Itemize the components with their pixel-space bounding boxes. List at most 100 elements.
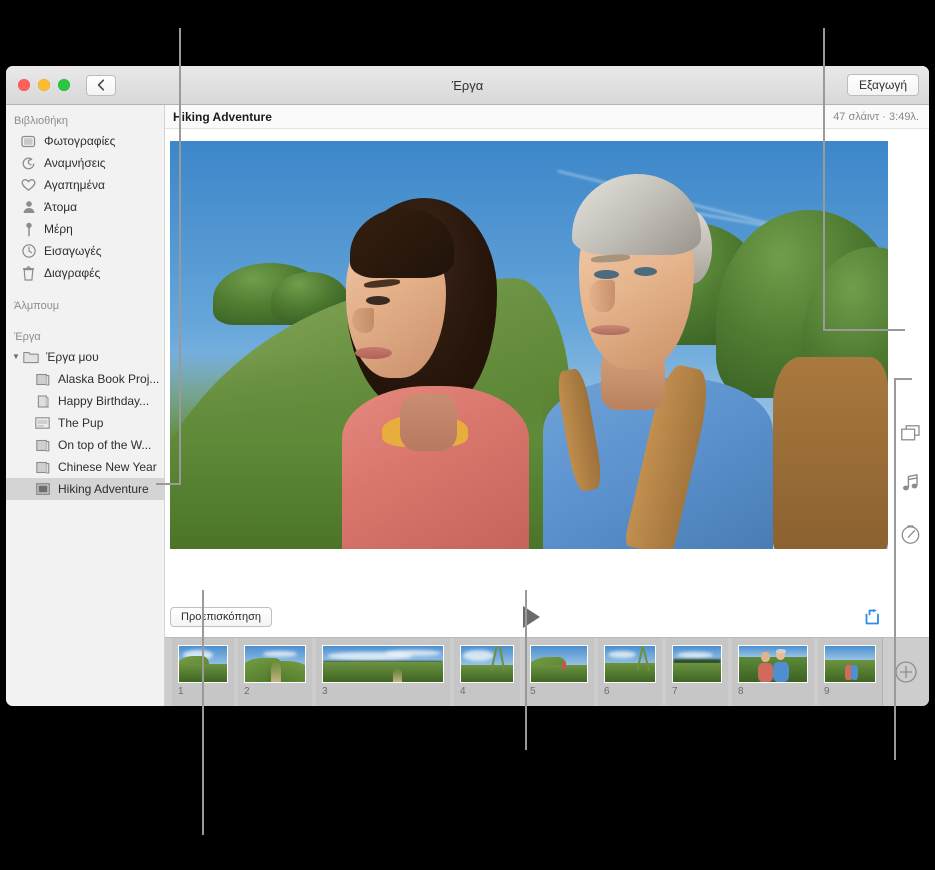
window-title: Έργα [451, 77, 484, 93]
sidebar-project-hiking-adventure[interactable]: Hiking Adventure [6, 478, 164, 500]
list-item[interactable]: 4 [454, 638, 520, 706]
man-figure [851, 664, 858, 680]
sidebar-item-deleted[interactable]: Διαγραφές [6, 262, 164, 284]
disclosure-triangle-icon[interactable]: ▼ [12, 353, 22, 361]
slide-number: 3 [322, 686, 328, 697]
sidebar-project-on-top-of-world[interactable]: On top of the W... [6, 434, 164, 456]
sidebar-item-label: Φωτογραφίες [44, 134, 116, 148]
photo-row [165, 129, 929, 597]
card-icon [34, 393, 51, 409]
playback-toolbar: Προεπισκόπηση [165, 597, 929, 637]
slide-count-duration: 47 σλάιντ · 3:49λ. [833, 110, 919, 123]
clock-icon [20, 243, 37, 259]
woman-figure [758, 663, 773, 682]
callout-to-preview-button-line [202, 590, 204, 835]
sidebar-item-label: Άτομα [44, 200, 78, 214]
slide-thumbnail[interactable] [672, 645, 722, 683]
slide-number: 5 [530, 686, 536, 697]
rail-music-icon[interactable] [902, 474, 919, 497]
list-item[interactable]: 6 [598, 638, 662, 706]
traffic-lights [18, 79, 70, 91]
window-titlebar: Έργα Εξαγωγή [6, 66, 929, 105]
man-hair [775, 648, 786, 654]
share-button[interactable] [865, 609, 883, 625]
slide-number: 6 [604, 686, 610, 697]
slide-thumbnail[interactable] [604, 645, 656, 683]
filmstrip[interactable]: 1 2 3 4 5 6 7 8 9 [165, 637, 929, 706]
list-item[interactable]: 5 [524, 638, 594, 706]
list-item[interactable]: 2 [238, 638, 312, 706]
sidebar-item-label: Έργα μου [46, 350, 99, 364]
sidebar-project-the-pup[interactable]: The Pup [6, 412, 164, 434]
callout-to-play-button-line [525, 590, 527, 750]
sidebar-project-label: The Pup [58, 416, 104, 430]
sidebar-project-label: Chinese New Year [58, 460, 157, 474]
close-button[interactable] [18, 79, 30, 91]
sidebar-section-projects-header: Έργα [14, 331, 41, 343]
preview-button[interactable]: Προεπισκόπηση [170, 607, 272, 627]
sidebar-item-places[interactable]: Μέρη [6, 218, 164, 240]
slide-thumbnail[interactable] [244, 645, 306, 683]
callout-to-themes-icon-horizontal [823, 329, 905, 331]
trail-path [271, 661, 281, 682]
memories-clock-icon [20, 155, 37, 171]
slide-thumbnail[interactable] [460, 645, 514, 683]
slide-thumbnail[interactable] [322, 645, 444, 683]
cloud [263, 651, 297, 657]
callout-to-filmstrip-line [894, 666, 896, 760]
slide-preview-image[interactable] [170, 141, 888, 549]
photos-app-window: Έργα Εξαγωγή Βιβλιοθήκη Φωτογραφίες Αναμ… [6, 66, 929, 706]
add-slide-button[interactable] [882, 638, 929, 706]
slide-thumbnail[interactable] [824, 645, 876, 683]
music-note-icon [902, 474, 918, 491]
export-button[interactable]: Εξαγωγή [846, 74, 919, 96]
sidebar-item-label: Διαγραφές [44, 266, 101, 280]
sidebar-item-photos[interactable]: Φωτογραφίες [6, 130, 164, 152]
sidebar-project-alaska-book[interactable]: Alaska Book Proj... [6, 368, 164, 390]
slideshow-icon [34, 481, 51, 497]
sidebar-item-memories[interactable]: Αναμνήσεις [6, 152, 164, 174]
sidebar[interactable]: Βιβλιοθήκη Φωτογραφίες Αναμνήσεις Αγαπημ… [6, 105, 165, 706]
slide-thumbnail[interactable] [738, 645, 808, 683]
sidebar-project-label: Happy Birthday... [58, 394, 150, 408]
photo-scene [170, 141, 888, 549]
list-item[interactable]: 3 [316, 638, 450, 706]
woman-neck [399, 393, 458, 452]
filmstrip-scroll[interactable]: 1 2 3 4 5 6 7 8 9 [165, 638, 882, 706]
list-item[interactable]: 9 [818, 638, 882, 706]
man-mouth [590, 324, 630, 336]
grass [461, 664, 513, 682]
woman-nose [352, 308, 374, 333]
grass [673, 662, 721, 682]
page-title: Hiking Adventure [173, 109, 272, 124]
rail-themes-icon[interactable] [900, 425, 920, 446]
backpack [773, 357, 888, 549]
sidebar-project-label: Hiking Adventure [58, 482, 149, 496]
grass [531, 665, 587, 682]
sidebar-project-chinese-new-year[interactable]: Chinese New Year [6, 456, 164, 478]
rail-duration-icon[interactable] [901, 525, 920, 549]
sidebar-item-label: Αγαπημένα [44, 178, 105, 192]
sidebar-project-label: Alaska Book Proj... [58, 372, 160, 386]
content-header: Hiking Adventure 47 σλάιντ · 3:49λ. [165, 105, 929, 129]
sidebar-item-label: Αναμνήσεις [44, 156, 106, 170]
sidebar-item-my-projects[interactable]: ▼ Έργα μου [6, 346, 164, 368]
sidebar-item-imports[interactable]: Εισαγωγές [6, 240, 164, 262]
list-item[interactable]: 8 [732, 638, 814, 706]
sidebar-item-people[interactable]: Άτομα [6, 196, 164, 218]
back-button[interactable] [86, 74, 116, 96]
list-item[interactable]: 7 [666, 638, 728, 706]
slide-number: 4 [460, 686, 466, 697]
slide-thumbnail[interactable] [530, 645, 588, 683]
man-nose [589, 279, 616, 313]
zoom-button[interactable] [58, 79, 70, 91]
slide-number: 8 [738, 686, 744, 697]
sidebar-project-happy-birthday[interactable]: Happy Birthday... [6, 390, 164, 412]
sidebar-item-favorites[interactable]: Αγαπημένα [6, 174, 164, 196]
grass [323, 661, 443, 682]
slide-number: 7 [672, 686, 678, 697]
minimize-button[interactable] [38, 79, 50, 91]
callout-to-project-item-horizontal [156, 483, 181, 485]
slide-number: 9 [824, 686, 830, 697]
callout-to-music-icon-horizontal [894, 378, 912, 380]
